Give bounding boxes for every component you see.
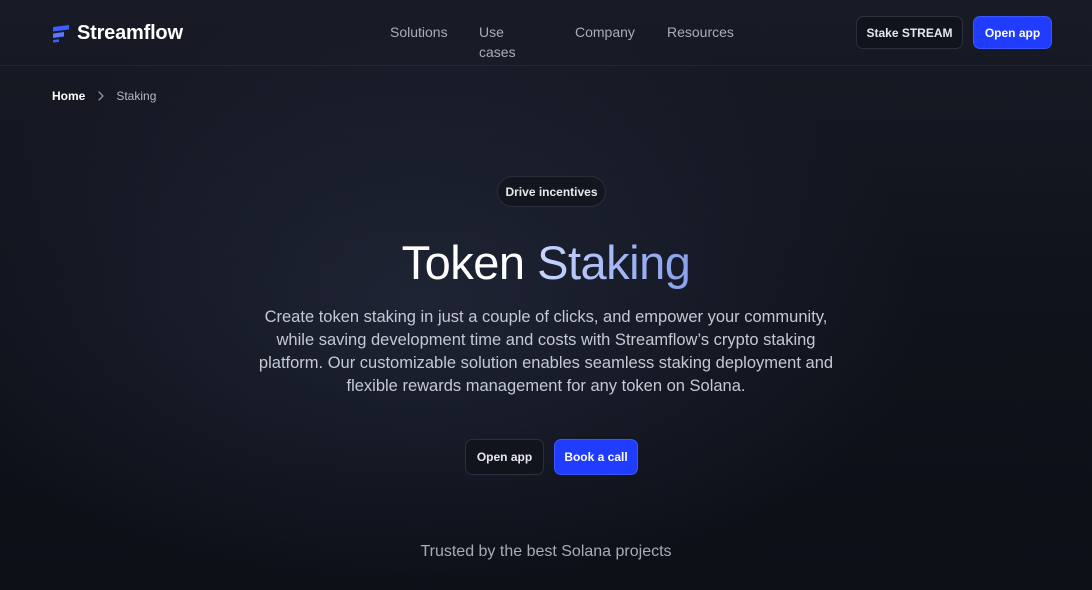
brand-name: Streamflow <box>77 21 183 44</box>
book-call-button[interactable]: Book a call <box>554 439 638 475</box>
nav-resources[interactable]: Resources <box>667 22 734 42</box>
brand-logo[interactable]: Streamflow <box>51 20 183 46</box>
nav-solutions[interactable]: Solutions <box>390 22 448 42</box>
streamflow-logo-icon <box>53 25 69 43</box>
title-staking: Staking <box>537 236 691 289</box>
open-app-hero-button[interactable]: Open app <box>465 439 544 475</box>
nav-use-cases[interactable]: Use cases <box>479 22 516 62</box>
chevron-right-icon <box>98 91 104 101</box>
breadcrumb: Home Staking <box>52 88 156 104</box>
hero-description: Create token staking in just a couple of… <box>258 308 834 395</box>
nav-company[interactable]: Company <box>575 22 635 42</box>
site-header: Streamflow Solutions Use cases Company R… <box>0 0 1092 66</box>
hero-badge: Drive incentives <box>497 176 606 207</box>
breadcrumb-home-link[interactable]: Home <box>52 89 85 103</box>
page-title: Token Staking <box>0 234 1092 292</box>
title-token: Token <box>401 236 525 289</box>
stake-stream-button[interactable]: Stake STREAM <box>856 16 963 49</box>
breadcrumb-current: Staking <box>116 89 157 103</box>
open-app-header-button[interactable]: Open app <box>973 16 1052 49</box>
trusted-by-heading: Trusted by the best Solana projects <box>420 543 672 560</box>
